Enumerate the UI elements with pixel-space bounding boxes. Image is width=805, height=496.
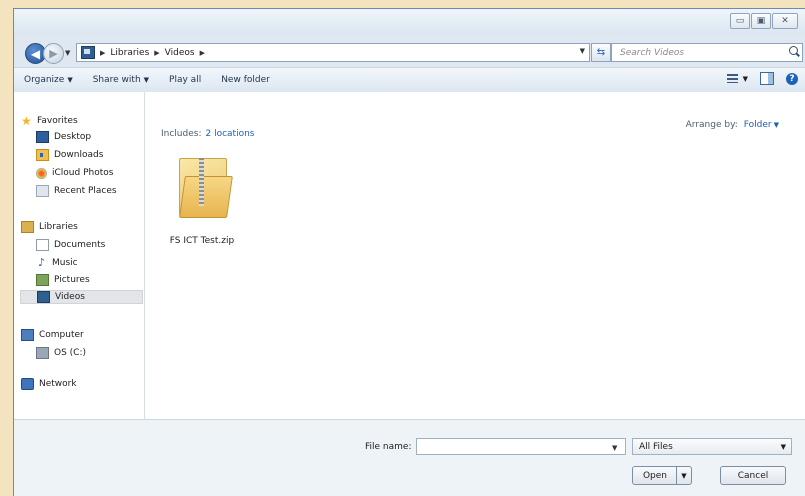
caption-buttons: ▭ ▣ ✕ (729, 13, 798, 29)
chevron-right-icon[interactable]: ▶ (154, 49, 159, 57)
nav-computer-label: Computer (39, 330, 84, 340)
nav-desktop-label: Desktop (54, 132, 92, 142)
nav-documents-label: Documents (54, 240, 106, 250)
network-icon (21, 378, 34, 390)
view-options-dropdown[interactable]: ▼ (743, 75, 748, 83)
toolbar: Organize ▼ Share with ▼ Play all New folde… (14, 67, 805, 93)
dialog-footer: File name: ▼ All Files ▼ Open ▼ Cancel (14, 419, 805, 496)
new-folder-button[interactable]: New folder (221, 75, 270, 85)
nav-videos[interactable]: Videos (20, 290, 143, 304)
help-icon[interactable]: ? (786, 72, 798, 85)
file-item[interactable]: FS ICT Test.zip (157, 158, 247, 268)
nav-recent-places[interactable]: Recent Places (36, 184, 117, 198)
computer-icon (21, 329, 34, 341)
nav-libraries-label: Libraries (39, 222, 78, 232)
arrange-by-label: Arrange by: (685, 120, 738, 130)
preview-pane-icon[interactable] (760, 72, 774, 85)
refresh-icon: ⇆ (596, 47, 606, 58)
nav-pictures[interactable]: Pictures (36, 273, 90, 287)
breadcrumb-videos[interactable]: Videos (165, 48, 195, 58)
nav-os-drive-label: OS (C:) (54, 348, 86, 358)
nav-pictures-label: Pictures (54, 275, 90, 285)
refresh-button[interactable]: ⇆ (591, 43, 611, 62)
file-name-dropdown[interactable]: ▼ (612, 444, 617, 452)
nav-desktop[interactable]: Desktop (36, 130, 91, 144)
chevron-right-icon[interactable]: ▶ (200, 49, 205, 57)
downloads-icon (36, 149, 49, 161)
nav-downloads-label: Downloads (54, 150, 104, 160)
maximize-button[interactable]: ▣ (751, 13, 771, 29)
desktop-icon (36, 131, 49, 143)
videos-library-icon (81, 46, 95, 59)
search-icon[interactable] (789, 46, 798, 55)
arrange-by-dropdown[interactable]: Folder (744, 120, 772, 130)
includes-label: Includes: (161, 129, 202, 139)
icloud-photos-icon (36, 167, 47, 179)
nav-documents[interactable]: Documents (36, 238, 105, 252)
chevron-down-icon: ▼ (143, 76, 150, 84)
nav-computer[interactable]: Computer (21, 328, 84, 342)
forward-button[interactable]: ▶ (43, 43, 64, 64)
share-with-label: Share with (92, 75, 141, 85)
includes-locations-link[interactable]: 2 locations (205, 129, 254, 139)
file-name-label: File name: (365, 442, 412, 452)
chevron-down-icon[interactable]: ▼ (774, 121, 779, 129)
nav-icloud-photos-label: iCloud Photos (52, 168, 114, 178)
recent-pages-dropdown[interactable]: ▼ (65, 49, 70, 57)
toolbar-right: ▼ ? (726, 72, 798, 85)
chevron-down-icon: ▼ (780, 443, 786, 451)
videos-icon (37, 291, 50, 303)
nav-music[interactable]: ♪ Music (36, 256, 78, 270)
file-type-value: All Files (639, 441, 673, 452)
star-icon: ★ (21, 114, 32, 128)
nav-videos-label: Videos (55, 292, 85, 302)
chevron-right-icon[interactable]: ▶ (100, 49, 105, 57)
nav-favorites-label: Favorites (37, 116, 78, 126)
nav-network[interactable]: Network (21, 377, 77, 391)
address-dropdown[interactable]: ▼ (580, 47, 585, 55)
organize-label: Organize (24, 75, 65, 85)
open-button-label: Open (642, 470, 668, 481)
documents-icon (36, 239, 49, 251)
arrange-by: Arrange by: Folder ▼ (686, 120, 779, 130)
pictures-icon (36, 274, 49, 286)
change-view-icon[interactable] (726, 74, 738, 83)
zip-folder-icon (179, 158, 233, 218)
libraries-icon (21, 221, 34, 233)
nav-downloads[interactable]: Downloads (36, 148, 103, 162)
open-file-dialog: ▭ ▣ ✕ ◀ ▶ ▼ ▶ Libraries ▶ Videos ▶ ▼ ⇆ O… (13, 8, 805, 496)
file-name-input[interactable] (416, 438, 626, 455)
title-bar: ▭ ▣ ✕ (14, 9, 805, 35)
nav-os-drive[interactable]: OS (C:) (36, 346, 86, 360)
minimize-button[interactable]: ▭ (730, 13, 750, 29)
share-with-button[interactable]: Share with ▼ (93, 75, 149, 85)
search-input[interactable] (618, 46, 782, 59)
open-button[interactable]: Open ▼ (632, 466, 692, 485)
search-box (611, 43, 803, 62)
nav-recent-places-label: Recent Places (54, 186, 117, 196)
play-all-button[interactable]: Play all (169, 75, 201, 85)
open-options-dropdown[interactable]: ▼ (676, 467, 691, 484)
file-name-label: FS ICT Test.zip (169, 236, 235, 246)
nav-icloud-photos[interactable]: iCloud Photos (36, 166, 113, 180)
address-bar[interactable]: ▶ Libraries ▶ Videos ▶ ▼ (76, 43, 590, 62)
close-button[interactable]: ✕ (772, 13, 798, 29)
organize-button[interactable]: Organize ▼ (24, 75, 73, 85)
nav-network-label: Network (39, 379, 77, 389)
address-row: ◀ ▶ ▼ ▶ Libraries ▶ Videos ▶ ▼ ⇆ (14, 39, 805, 65)
file-list-pane: Includes: 2 locations Arrange by: Folder ▼ … (145, 92, 805, 419)
navigation-pane: ★ Favorites Desktop Downloads iCloud Pho… (14, 92, 145, 419)
library-includes: Includes: 2 locations (161, 129, 254, 139)
nav-favorites[interactable]: ★ Favorites (21, 114, 78, 128)
chevron-down-icon: ▼ (67, 76, 73, 84)
music-icon: ♪ (37, 256, 46, 269)
file-type-select[interactable]: All Files ▼ (632, 438, 792, 455)
cancel-button[interactable]: Cancel (720, 466, 786, 485)
nav-music-label: Music (52, 258, 78, 268)
breadcrumb-libraries[interactable]: Libraries (110, 48, 149, 58)
recent-places-icon (36, 185, 49, 197)
nav-libraries[interactable]: Libraries (21, 220, 78, 234)
hard-drive-icon (36, 347, 49, 359)
